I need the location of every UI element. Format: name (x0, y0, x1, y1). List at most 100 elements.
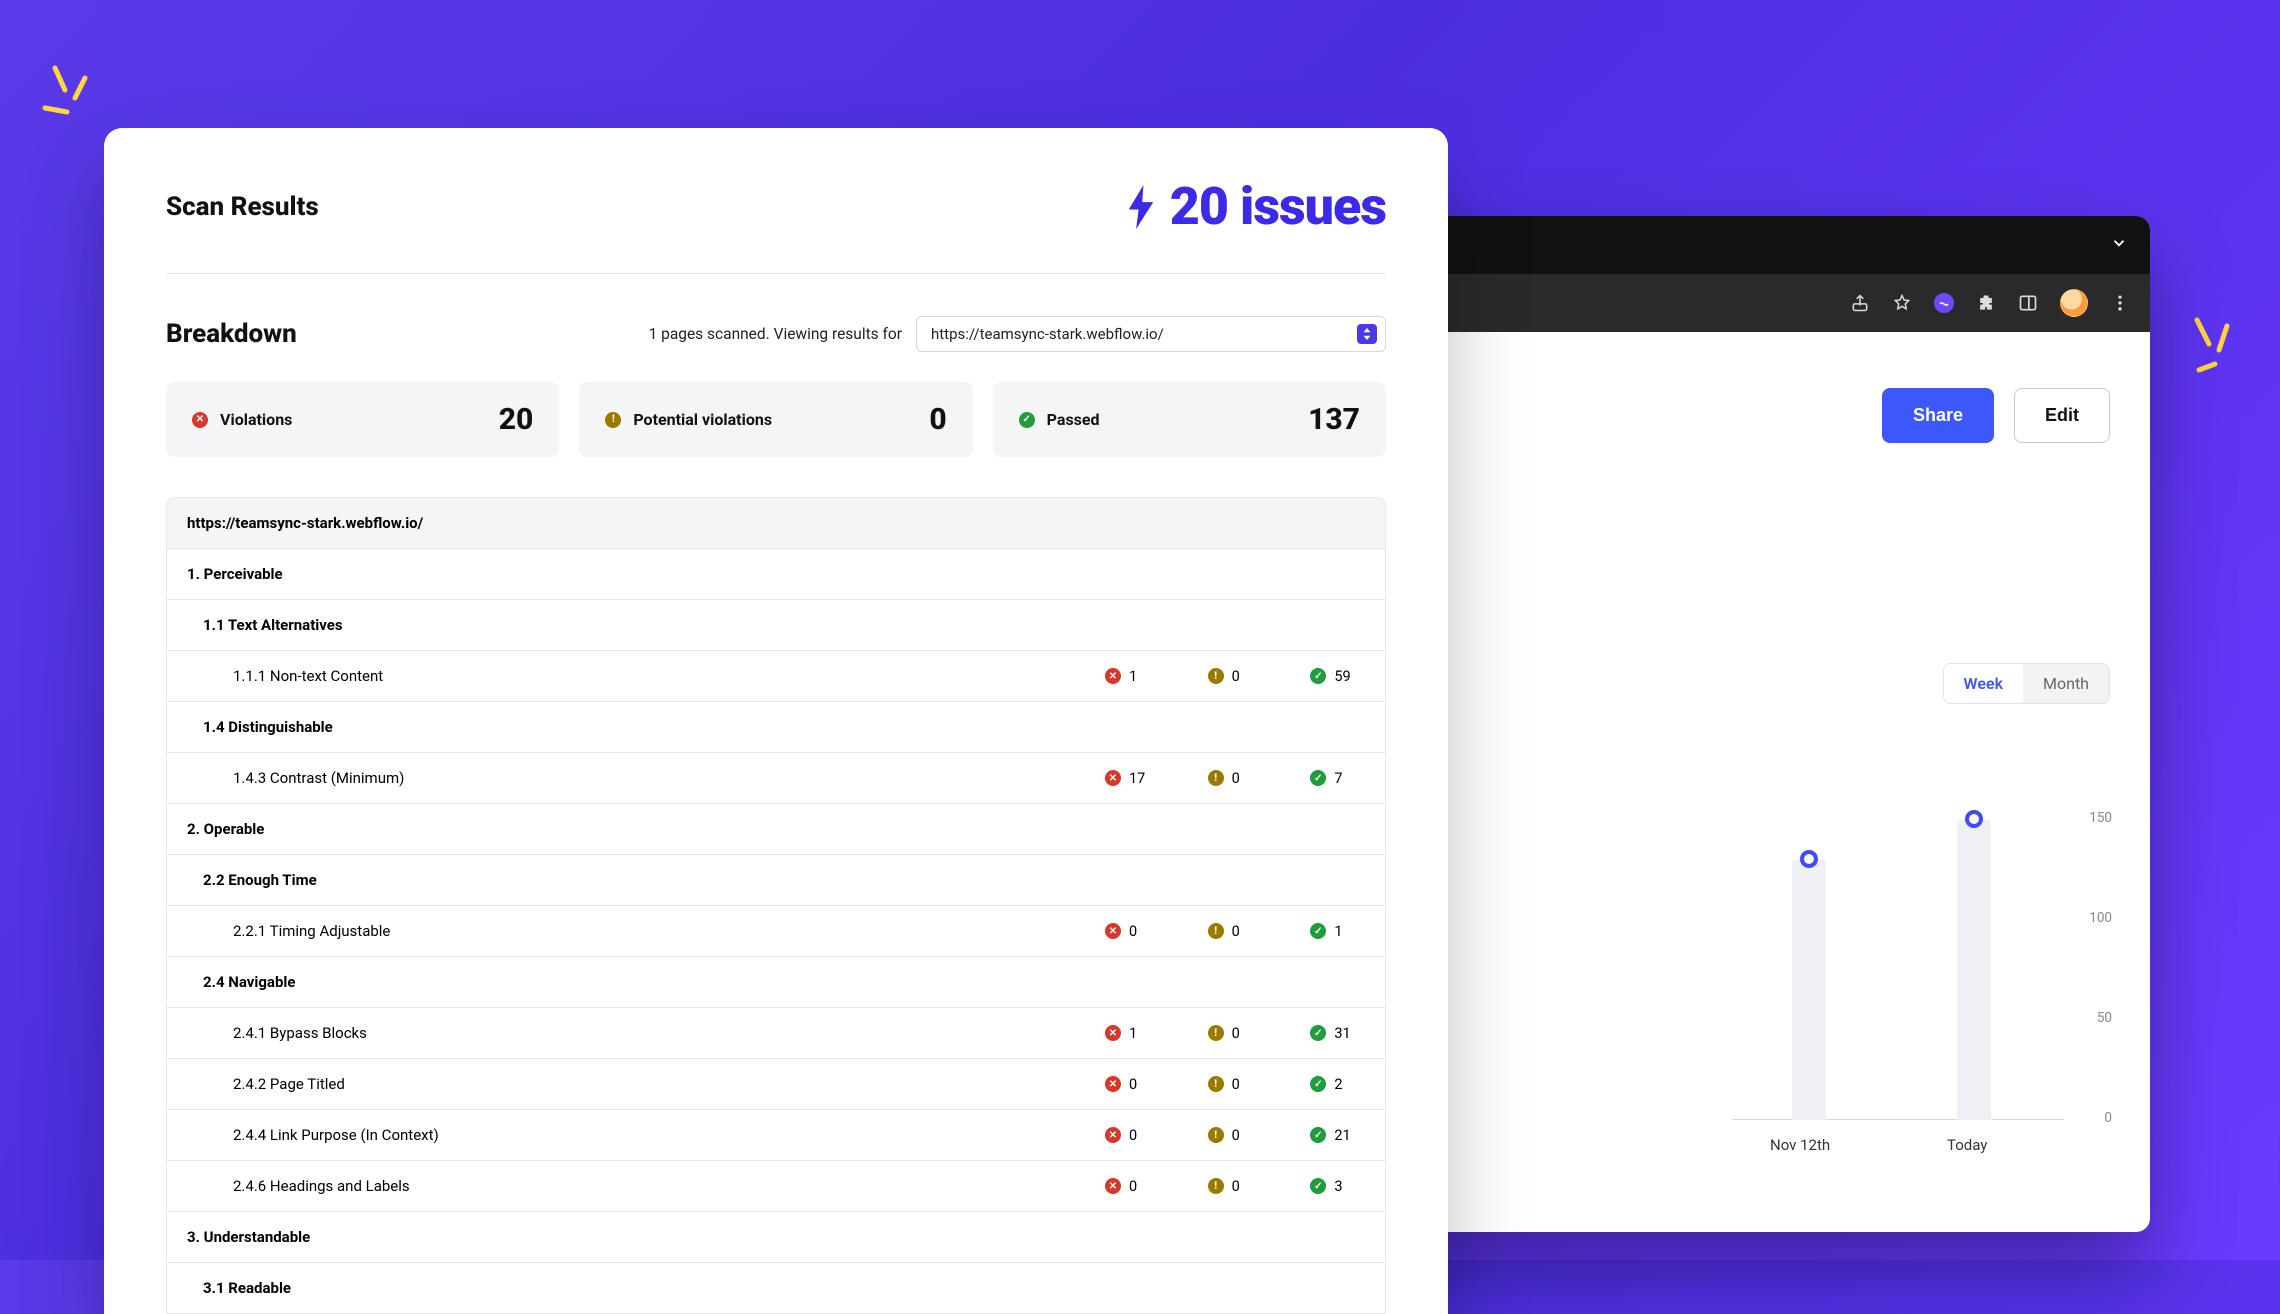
row-potential-icon: ! (1208, 770, 1224, 786)
decoration-spark-top-left (35, 60, 105, 140)
summary-violations[interactable]: ✕ Violations 20 (166, 382, 559, 457)
row-label: 3. Understandable (187, 1228, 1365, 1246)
select-updown-icon (1357, 324, 1377, 344)
row-violations-icon: ✕ (1105, 668, 1121, 684)
table-row[interactable]: 2.4.2 Page Titled✕0 !0 ✓2 (167, 1059, 1385, 1110)
star-icon[interactable] (1892, 293, 1912, 313)
table-row[interactable]: 1.1.1 Non-text Content✕1!0✓59 (167, 651, 1385, 702)
row-passed: ✓3 (1310, 1178, 1365, 1195)
row-label: 2.4.4 Link Purpose (In Context) (233, 1126, 1105, 1144)
row-potential: !0 (1208, 1127, 1263, 1144)
row-label: 3.1 Readable (203, 1279, 1365, 1297)
results-table: https://teamsync-stark.webflow.io/ 1. Pe… (166, 497, 1386, 1314)
row-passed-icon: ✓ (1310, 770, 1326, 786)
row-potential-icon: ! (1208, 1076, 1224, 1092)
chart-point (1965, 810, 1983, 828)
table-row: 2. Operable (167, 804, 1385, 855)
panel-icon[interactable] (2018, 293, 2038, 313)
xtick-1: Today (1947, 1136, 1987, 1154)
row-label: 1.4.3 Contrast (Minimum) (233, 769, 1105, 787)
table-row: 3. Understandable (167, 1212, 1385, 1263)
row-label: 2.4.2 Page Titled (233, 1075, 1105, 1093)
row-label: 2.4.6 Headings and Labels (233, 1177, 1105, 1195)
summary-passed-label: Passed (1047, 410, 1100, 429)
table-row[interactable]: 2.4.4 Link Purpose (In Context)✕0 !0 ✓21 (167, 1110, 1385, 1161)
url-select[interactable]: https://teamsync-stark.webflow.io/ (916, 316, 1386, 352)
ytick-100: 100 (2089, 910, 2112, 926)
table-row[interactable]: 2.4.1 Bypass Blocks✕1 !0 ✓31 (167, 1008, 1385, 1059)
table-row: 3.1 Readable (167, 1263, 1385, 1313)
row-passed-icon: ✓ (1310, 1076, 1326, 1092)
chart-point (1800, 850, 1818, 868)
segment-week[interactable]: Week (1944, 664, 2023, 703)
share-button[interactable]: Share (1882, 388, 1994, 443)
table-row[interactable]: 2.2.1 Timing Adjustable✕0!0✓1 (167, 906, 1385, 957)
row-potential: !0 (1208, 923, 1263, 940)
scan-results-card: Scan Results 20 issues Breakdown 1 pages… (104, 128, 1448, 1314)
table-row[interactable]: 1.4.3 Contrast (Minimum)✕17!0✓7 (167, 753, 1385, 804)
row-passed: ✓2 (1310, 1076, 1365, 1093)
chart-bar (1792, 860, 1826, 1120)
scan-meta-text: 1 pages scanned. Viewing results for (649, 325, 902, 343)
pass-icon: ✓ (1019, 412, 1035, 428)
row-potential: !0 (1208, 1076, 1263, 1093)
chart-bar (1957, 820, 1991, 1120)
row-passed: ✓21 (1310, 1127, 1365, 1144)
row-violations: ✕0 (1105, 1178, 1160, 1195)
table-row: 1.4 Distinguishable (167, 702, 1385, 753)
avatar[interactable] (2060, 289, 2088, 317)
row-potential: !0 (1208, 770, 1263, 787)
summary-violations-value: 20 (499, 402, 534, 437)
row-violations: ✕0 (1105, 1076, 1160, 1093)
row-violations: ✕1 (1105, 1025, 1160, 1042)
chevron-down-icon[interactable] (2110, 234, 2128, 256)
url-select-value: https://teamsync-stark.webflow.io/ (931, 325, 1164, 343)
row-violations-icon: ✕ (1105, 1178, 1121, 1194)
row-violations: ✕1 (1105, 668, 1160, 685)
row-passed: ✓1 (1310, 923, 1365, 940)
extensions-icon[interactable] (1976, 293, 1996, 313)
violation-icon: ✕ (192, 412, 208, 428)
segment-month[interactable]: Month (2023, 664, 2109, 703)
row-potential-icon: ! (1208, 668, 1224, 684)
breakdown-title: Breakdown (166, 319, 297, 349)
row-violations-icon: ✕ (1105, 1127, 1121, 1143)
row-potential: !0 (1208, 668, 1263, 685)
row-passed-icon: ✓ (1310, 923, 1326, 939)
row-violations-icon: ✕ (1105, 1076, 1121, 1092)
range-segmented-control: Week Month (1943, 663, 2110, 704)
row-potential-icon: ! (1208, 1127, 1224, 1143)
summary-potential[interactable]: ! Potential violations 0 (579, 382, 972, 457)
row-violations: ✕0 (1105, 1127, 1160, 1144)
summary-passed-value: 137 (1308, 402, 1360, 437)
row-violations-icon: ✕ (1105, 1025, 1121, 1041)
row-label: 1.1.1 Non-text Content (233, 667, 1105, 685)
row-potential: !0 (1208, 1178, 1263, 1195)
row-violations: ✕0 (1105, 923, 1160, 940)
row-potential: !0 (1208, 1025, 1263, 1042)
row-passed-icon: ✓ (1310, 1025, 1326, 1041)
extension-badge-icon[interactable] (1934, 293, 1954, 313)
row-passed: ✓31 (1310, 1025, 1365, 1042)
issues-total-label: 20 issues (1170, 176, 1386, 237)
edit-button[interactable]: Edit (2014, 388, 2110, 443)
page-title: Scan Results (166, 192, 319, 222)
table-row[interactable]: 2.4.6 Headings and Labels✕0 !0 ✓3 (167, 1161, 1385, 1212)
row-label: 1.4 Distinguishable (203, 718, 1365, 736)
row-passed-icon: ✓ (1310, 1178, 1326, 1194)
summary-potential-label: Potential violations (633, 410, 772, 429)
row-label: 1.1 Text Alternatives (203, 616, 1365, 634)
table-row: 2.2 Enough Time (167, 855, 1385, 906)
row-passed-icon: ✓ (1310, 668, 1326, 684)
row-label: 2.4 Navigable (203, 973, 1365, 991)
table-row: 1.1 Text Alternatives (167, 600, 1385, 651)
summary-passed[interactable]: ✓ Passed 137 (993, 382, 1386, 457)
share-icon[interactable] (1850, 293, 1870, 313)
kebab-menu-icon[interactable] (2110, 293, 2130, 313)
ytick-150: 150 (2089, 810, 2112, 826)
row-violations-icon: ✕ (1105, 770, 1121, 786)
table-url-header: https://teamsync-stark.webflow.io/ (167, 498, 1385, 549)
lightning-icon (1126, 185, 1156, 229)
row-label: 2.4.1 Bypass Blocks (233, 1024, 1105, 1042)
row-label: 2. Operable (187, 820, 1365, 838)
